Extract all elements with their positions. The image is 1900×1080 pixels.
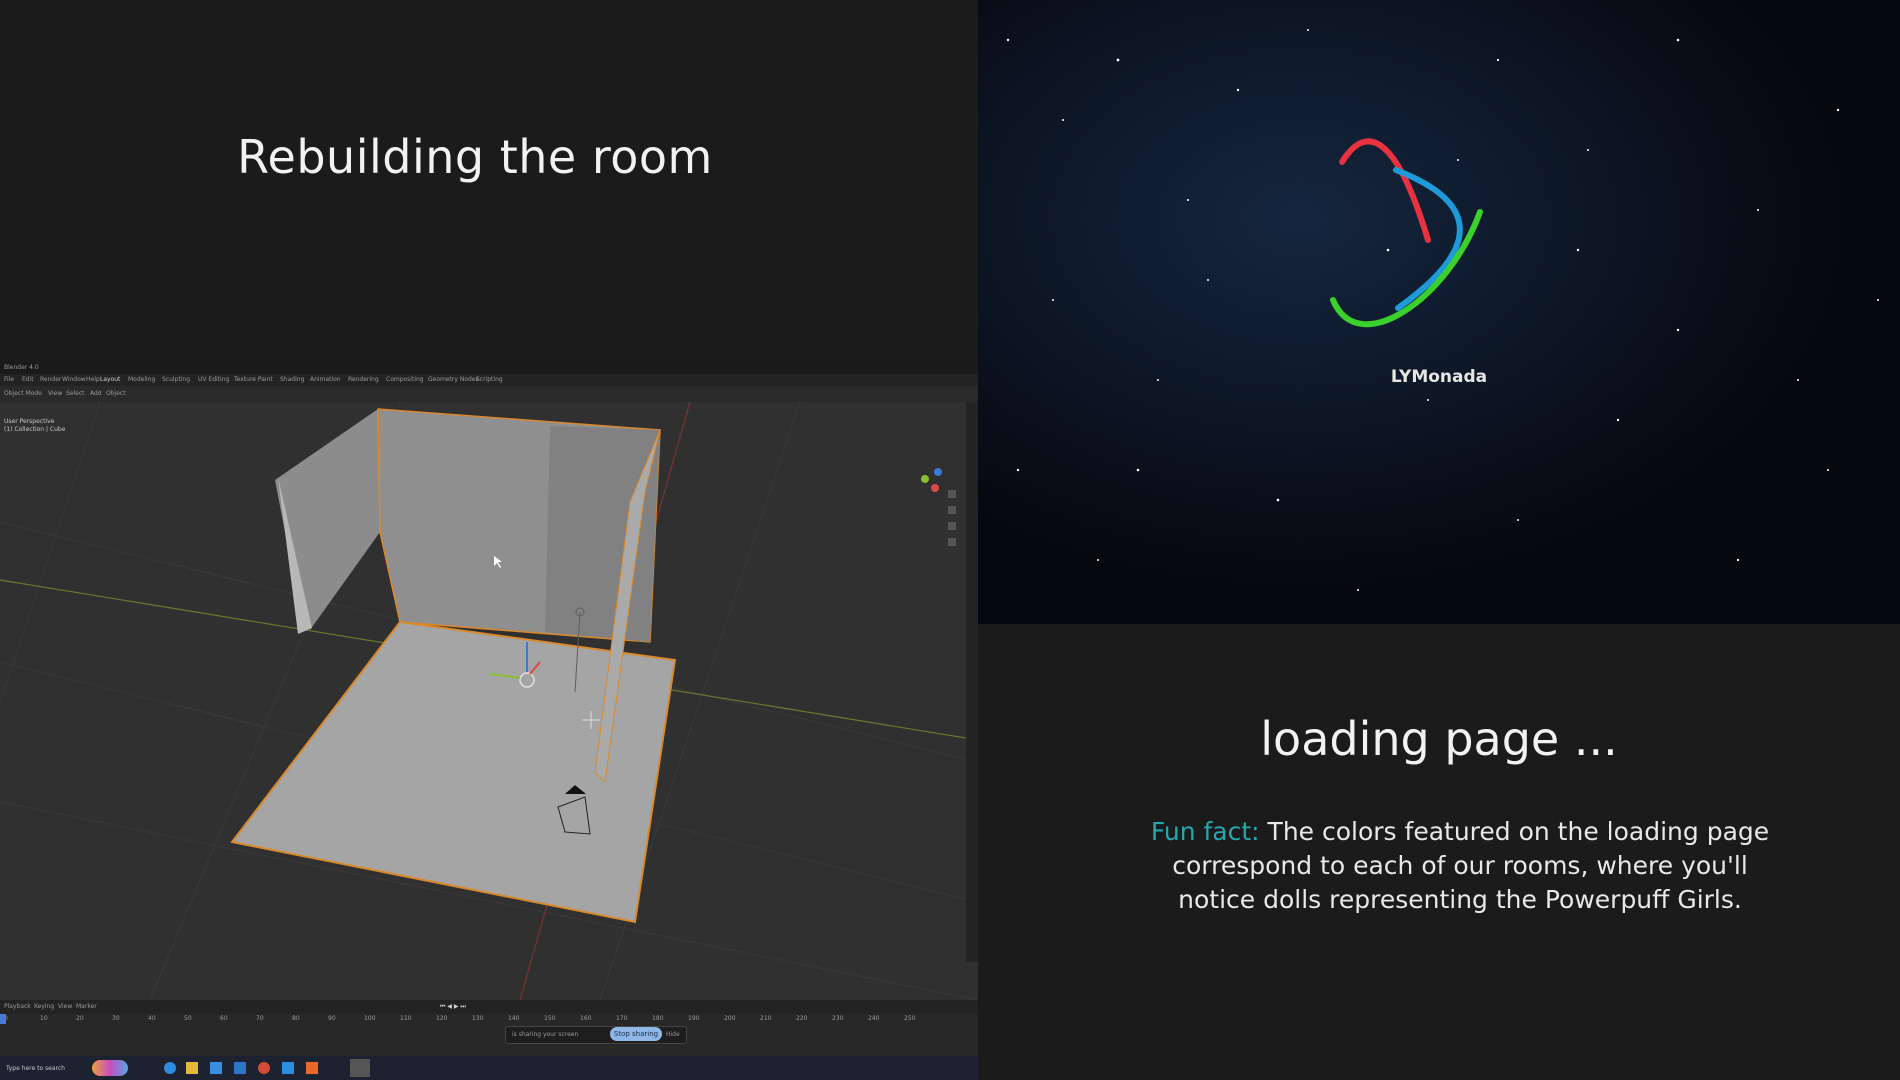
timeline-marker[interactable]: Marker (76, 1003, 97, 1010)
back-wall-shade (545, 426, 660, 642)
frame-170: 170 (616, 1015, 628, 1022)
menu-bar: File Edit Render Window Help Layout Mode… (0, 374, 978, 386)
frame-40: 40 (148, 1015, 156, 1022)
frame-50: 50 (184, 1015, 192, 1022)
playback-controls-icon[interactable]: ⏮ ◀ ▶ ⏭ (440, 1003, 466, 1011)
frame-80: 80 (292, 1015, 300, 1022)
loading-page-title: loading page ... (1260, 712, 1618, 766)
blender-taskbar-icon[interactable] (350, 1059, 370, 1077)
frame-70: 70 (256, 1015, 264, 1022)
tab-sculpting[interactable]: Sculpting (162, 376, 190, 383)
store-icon[interactable] (210, 1062, 222, 1074)
frame-90: 90 (328, 1015, 336, 1022)
app-icon[interactable] (306, 1062, 318, 1074)
taskbar-search[interactable]: Type here to search (6, 1065, 65, 1072)
tab-texture-paint[interactable]: Texture Paint (234, 376, 273, 383)
header-select[interactable]: Select (66, 390, 85, 397)
frame-180: 180 (652, 1015, 664, 1022)
frame-60: 60 (220, 1015, 228, 1022)
room-left-wall[interactable] (275, 409, 380, 630)
edge-icon[interactable] (164, 1062, 176, 1074)
frame-10: 10 (40, 1015, 48, 1022)
frame-110: 110 (400, 1015, 412, 1022)
menu-render[interactable]: Render (40, 376, 61, 383)
stop-sharing-button[interactable]: Stop sharing (610, 1027, 662, 1041)
tab-animation[interactable]: Animation (310, 376, 341, 383)
logo-text: LYMonada (1390, 367, 1488, 387)
frame-30: 30 (112, 1015, 120, 1022)
vscode-icon[interactable] (282, 1062, 294, 1074)
header-add[interactable]: Add (90, 390, 102, 397)
slide-title: Rebuilding the room (237, 130, 713, 184)
mail-icon[interactable] (234, 1062, 246, 1074)
widgets-icon[interactable] (92, 1060, 128, 1076)
playhead[interactable] (0, 1014, 6, 1024)
chrome-icon[interactable] (258, 1062, 270, 1074)
nav-gizmo-y[interactable] (921, 475, 929, 483)
frame-100: 100 (364, 1015, 376, 1022)
tab-scripting[interactable]: Scripting (476, 376, 503, 383)
starfield-background (978, 0, 1900, 624)
menu-file[interactable]: File (4, 376, 14, 383)
windows-taskbar: Type here to search (0, 1056, 978, 1080)
tab-compositing[interactable]: Compositing (386, 376, 424, 383)
timeline-ruler: 0 10 20 30 40 50 60 70 80 90 100 110 120… (0, 1014, 978, 1024)
blender-screenshot: Blender 4.0 File Edit Render Window Help… (0, 362, 978, 1080)
menu-window[interactable]: Window (62, 376, 86, 383)
camera-view-icon[interactable] (948, 522, 956, 530)
header-object[interactable]: Object (106, 390, 126, 397)
frame-250: 250 (904, 1015, 916, 1022)
tab-uv-editing[interactable]: UV Editing (198, 376, 229, 383)
zoom-icon[interactable] (948, 490, 956, 498)
tab-rendering[interactable]: Rendering (348, 376, 379, 383)
frame-200: 200 (724, 1015, 736, 1022)
timeline-keying[interactable]: Keying (34, 1003, 54, 1010)
fun-fact: Fun fact: The colors featured on the loa… (1130, 815, 1790, 917)
share-notice: is sharing your screen (512, 1031, 579, 1038)
frame-240: 240 (868, 1015, 880, 1022)
loading-page-screenshot: LYMonada (978, 0, 1900, 624)
timeline-view[interactable]: View (58, 1003, 72, 1010)
tab-layout[interactable]: Layout (100, 376, 120, 383)
timeline[interactable]: 0 10 20 30 40 50 60 70 80 90 100 110 120… (0, 1014, 978, 1056)
nav-gizmo-z[interactable] (934, 468, 942, 476)
frame-160: 160 (580, 1015, 592, 1022)
frame-190: 190 (688, 1015, 700, 1022)
pan-icon[interactable] (948, 506, 956, 514)
fun-fact-text: The colors featured on the loading page … (1172, 817, 1770, 914)
header-view[interactable]: View (48, 390, 62, 397)
menu-edit[interactable]: Edit (22, 376, 34, 383)
frame-150: 150 (544, 1015, 556, 1022)
frame-220: 220 (796, 1015, 808, 1022)
timeline-header: Playback Keying View Marker ⏮ ◀ ▶ ⏭ (0, 1000, 978, 1014)
fun-fact-label: Fun fact: (1150, 817, 1260, 846)
tab-modeling[interactable]: Modeling (128, 376, 155, 383)
frame-210: 210 (760, 1015, 772, 1022)
file-explorer-icon[interactable] (186, 1062, 198, 1074)
window-title: Blender 4.0 (4, 364, 39, 371)
3d-viewport[interactable] (0, 402, 978, 1000)
ortho-toggle-icon[interactable] (948, 538, 956, 546)
frame-120: 120 (436, 1015, 448, 1022)
timeline-playback[interactable]: Playback (4, 1003, 31, 1010)
frame-20: 20 (76, 1015, 84, 1022)
title-bar: Blender 4.0 (0, 362, 978, 374)
hide-button[interactable]: Hide (666, 1031, 680, 1038)
viewport-header: Object Mode View Select Add Object (0, 386, 978, 402)
tab-geometry-nodes[interactable]: Geometry Nodes (428, 376, 479, 383)
frame-140: 140 (508, 1015, 520, 1022)
tab-shading[interactable]: Shading (280, 376, 304, 383)
nebula (978, 0, 1900, 624)
nav-gizmo-x[interactable] (931, 484, 939, 492)
mode-select[interactable]: Object Mode (4, 390, 42, 397)
frame-130: 130 (472, 1015, 484, 1022)
frame-230: 230 (832, 1015, 844, 1022)
menu-help[interactable]: Help (86, 376, 100, 383)
properties-strip (966, 402, 978, 962)
